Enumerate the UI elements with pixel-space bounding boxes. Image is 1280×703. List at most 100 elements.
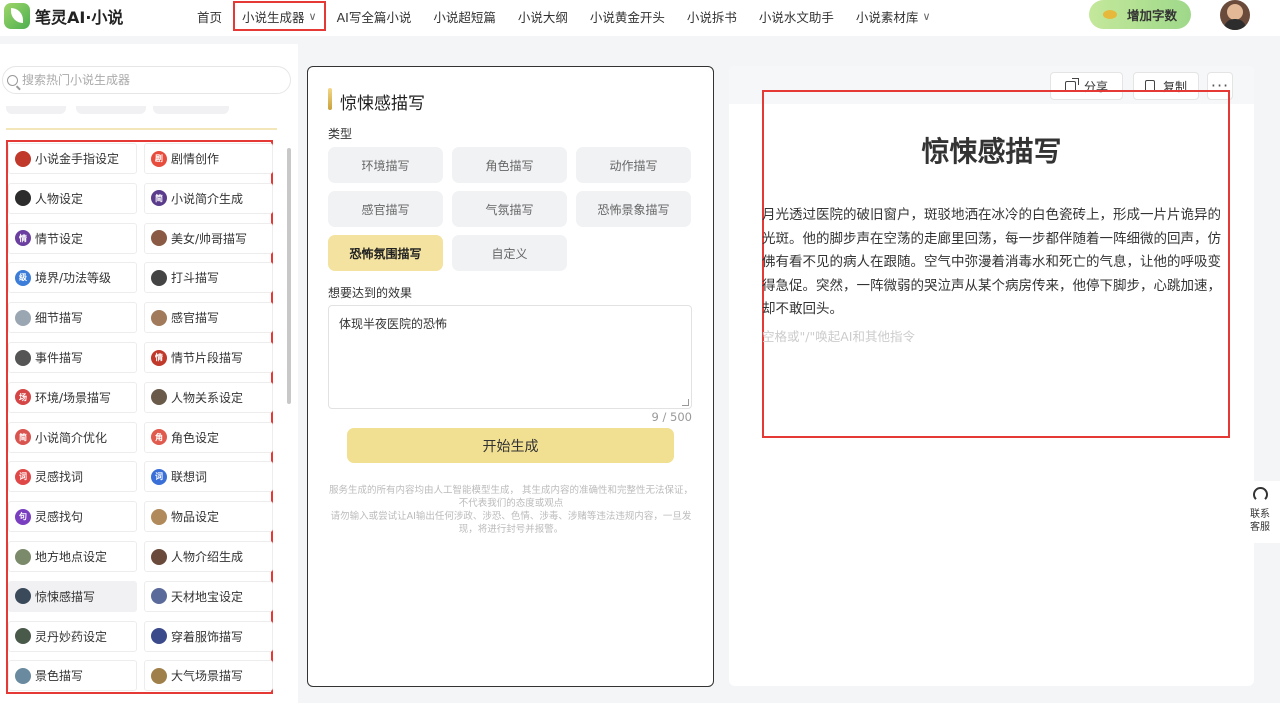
- tool-item[interactable]: 词联想词: [144, 461, 273, 493]
- resize-grip-icon[interactable]: [682, 399, 689, 406]
- tool-item[interactable]: 人物关系设定: [144, 381, 273, 413]
- nav-item[interactable]: 小说超短篇: [422, 2, 507, 30]
- senses-icon: [151, 309, 167, 326]
- char-counter: 9 / 500: [651, 410, 692, 424]
- sidebar-scrollbar[interactable]: [287, 148, 291, 404]
- tool-item[interactable]: 角角色设定: [144, 421, 273, 453]
- nav-item[interactable]: 小说水文助手: [748, 2, 845, 30]
- elixir-icon: [15, 628, 31, 645]
- nav-label: 小说水文助手: [758, 9, 834, 25]
- nav-item[interactable]: 小说拆书: [676, 2, 748, 30]
- effect-textarea[interactable]: 体现半夜医院的恐怖: [328, 305, 692, 409]
- nav-item[interactable]: 小说黄金开头: [579, 2, 676, 30]
- tool-item[interactable]: 物品设定: [144, 501, 273, 533]
- category-underline: [6, 128, 277, 130]
- tool-label: 事件描写: [35, 351, 84, 365]
- tool-item[interactable]: 词灵感找词: [8, 461, 137, 493]
- tool-label: 灵感找句: [35, 510, 84, 525]
- nav-item[interactable]: 小说素材库 ∨: [845, 2, 942, 30]
- category-tab[interactable]: [153, 106, 229, 114]
- disclaimer-line: 服务生成的所有内容均由人工智能模型生成， 其生成内容的准确性和完整性无法保证， …: [328, 485, 694, 509]
- tool-item[interactable]: 简小说简介生成: [144, 182, 273, 214]
- support-label: 联系客服: [1250, 509, 1270, 533]
- type-option[interactable]: 动作描写: [576, 147, 691, 183]
- tool-item[interactable]: 情情节设定: [8, 222, 137, 254]
- tool-item[interactable]: 句灵感找句: [8, 501, 137, 533]
- tool-item[interactable]: 地方地点设定: [8, 541, 137, 572]
- tool-label: 穿着服饰描写: [171, 629, 244, 644]
- word-icon: 词: [15, 468, 31, 485]
- tool-item[interactable]: 大气场景描写: [144, 660, 273, 692]
- tool-item[interactable]: 细节描写: [8, 302, 137, 334]
- beauty-icon: [151, 230, 167, 247]
- nav-item[interactable]: 小说大纲: [507, 2, 579, 30]
- tool-label: 小说简介生成: [171, 191, 244, 206]
- add-words-label: 增加字数: [1126, 8, 1177, 23]
- type-option[interactable]: 角色描写: [452, 147, 567, 183]
- realm-icon: 级: [15, 269, 31, 286]
- tool-item[interactable]: 惊悚感描写: [8, 580, 137, 612]
- tool-item[interactable]: 小说金手指设定: [8, 143, 137, 174]
- form-title: 惊悚感描写: [340, 94, 425, 114]
- grand-scene-icon: [151, 667, 167, 684]
- profile-icon: [151, 548, 167, 565]
- tool-item[interactable]: 美女/帅哥描写: [144, 222, 273, 254]
- tool-item[interactable]: 简小说简介优化: [8, 421, 137, 453]
- nav-item[interactable]: 小说生成器 ∨: [233, 1, 326, 31]
- effect-value: 体现半夜医院的恐怖: [339, 317, 448, 331]
- tool-item[interactable]: 级境界/功法等级: [8, 262, 137, 294]
- support-rail[interactable]: 联系客服: [1240, 481, 1280, 543]
- search-input[interactable]: [22, 73, 282, 87]
- generate-button[interactable]: 开始生成: [347, 428, 674, 463]
- tool-item[interactable]: 景色描写: [8, 660, 137, 692]
- add-words-button[interactable]: 增加字数: [1089, 0, 1191, 29]
- tool-item[interactable]: 人物设定: [8, 182, 137, 214]
- tool-item[interactable]: 场环境/场景描写: [8, 381, 137, 413]
- nav-item[interactable]: AI写全篇小说: [326, 2, 423, 30]
- tool-grid: 小说金手指设定剧剧情创作 人物设定简小说简介生成情情节设定 美女/帅哥描写级境界/功…: [6, 140, 273, 694]
- type-label: 类型: [328, 127, 353, 141]
- tool-item[interactable]: 穿着服饰描写: [144, 620, 273, 652]
- tool-label: 境界/功法等级: [35, 271, 112, 286]
- search-box[interactable]: [2, 66, 291, 94]
- search-icon: [7, 74, 18, 86]
- scene-icon: 场: [15, 389, 31, 406]
- logo-text: 笔灵AI·小说: [35, 8, 124, 27]
- headset-icon: [1252, 487, 1268, 502]
- tool-item[interactable]: 天材地宝设定: [144, 580, 273, 612]
- landscape-icon: [15, 667, 31, 684]
- result-panel: 分享 复制 ··· 惊悚感描写 月光透过医院的破旧窗户，斑驳地洒在冰冷的白色瓷砖…: [729, 66, 1254, 686]
- tool-label: 环境/场景描写: [35, 390, 112, 405]
- tool-item[interactable]: 事件描写: [8, 342, 137, 373]
- place-icon: [15, 548, 31, 565]
- tool-item[interactable]: 感官描写: [144, 302, 273, 334]
- title-accent-bar: [328, 88, 332, 110]
- tool-label: 人物介绍生成: [171, 550, 244, 564]
- tool-label: 人物关系设定: [171, 390, 244, 405]
- category-tab[interactable]: [6, 106, 66, 114]
- association-icon: 词: [151, 468, 167, 485]
- tool-item[interactable]: 打斗描写: [144, 262, 273, 294]
- treasure-icon: [151, 588, 167, 605]
- result-body[interactable]: 月光透过医院的破旧窗户，斑驳地洒在冰冷的白色瓷砖上，形成一片片诡异的光斑。他的脚…: [762, 204, 1232, 322]
- tool-item[interactable]: 人物介绍生成: [144, 541, 273, 572]
- tool-item[interactable]: 灵丹妙药设定: [8, 620, 137, 652]
- type-option[interactable]: 恐怖氛围描写: [328, 235, 443, 271]
- nav-label: AI写全篇小说: [336, 9, 412, 25]
- logo[interactable]: 笔灵AI·小说: [4, 3, 123, 29]
- tool-item[interactable]: 剧剧情创作: [144, 143, 273, 174]
- type-option[interactable]: 自定义: [452, 235, 567, 271]
- type-option[interactable]: 气氛描写: [452, 191, 567, 227]
- category-tab[interactable]: [76, 106, 146, 114]
- nav-label: 小说黄金开头: [589, 9, 665, 25]
- user-avatar[interactable]: [1220, 0, 1250, 30]
- type-option[interactable]: 恐怖景象描写: [576, 191, 691, 227]
- type-option[interactable]: 感官描写: [328, 191, 443, 227]
- tool-item[interactable]: 情情节片段描写: [144, 342, 273, 373]
- effect-label: 想要达到的效果: [328, 286, 413, 300]
- type-option[interactable]: 环境描写: [328, 147, 443, 183]
- nav-item[interactable]: 首页: [186, 2, 233, 30]
- plot-icon: 剧: [151, 150, 167, 167]
- tool-label: 感官描写: [171, 311, 220, 326]
- generator-sidebar: 小说金手指设定剧剧情创作人物设定简小说简介生成情情节设定美女/帅哥描写级境界/功…: [0, 44, 298, 703]
